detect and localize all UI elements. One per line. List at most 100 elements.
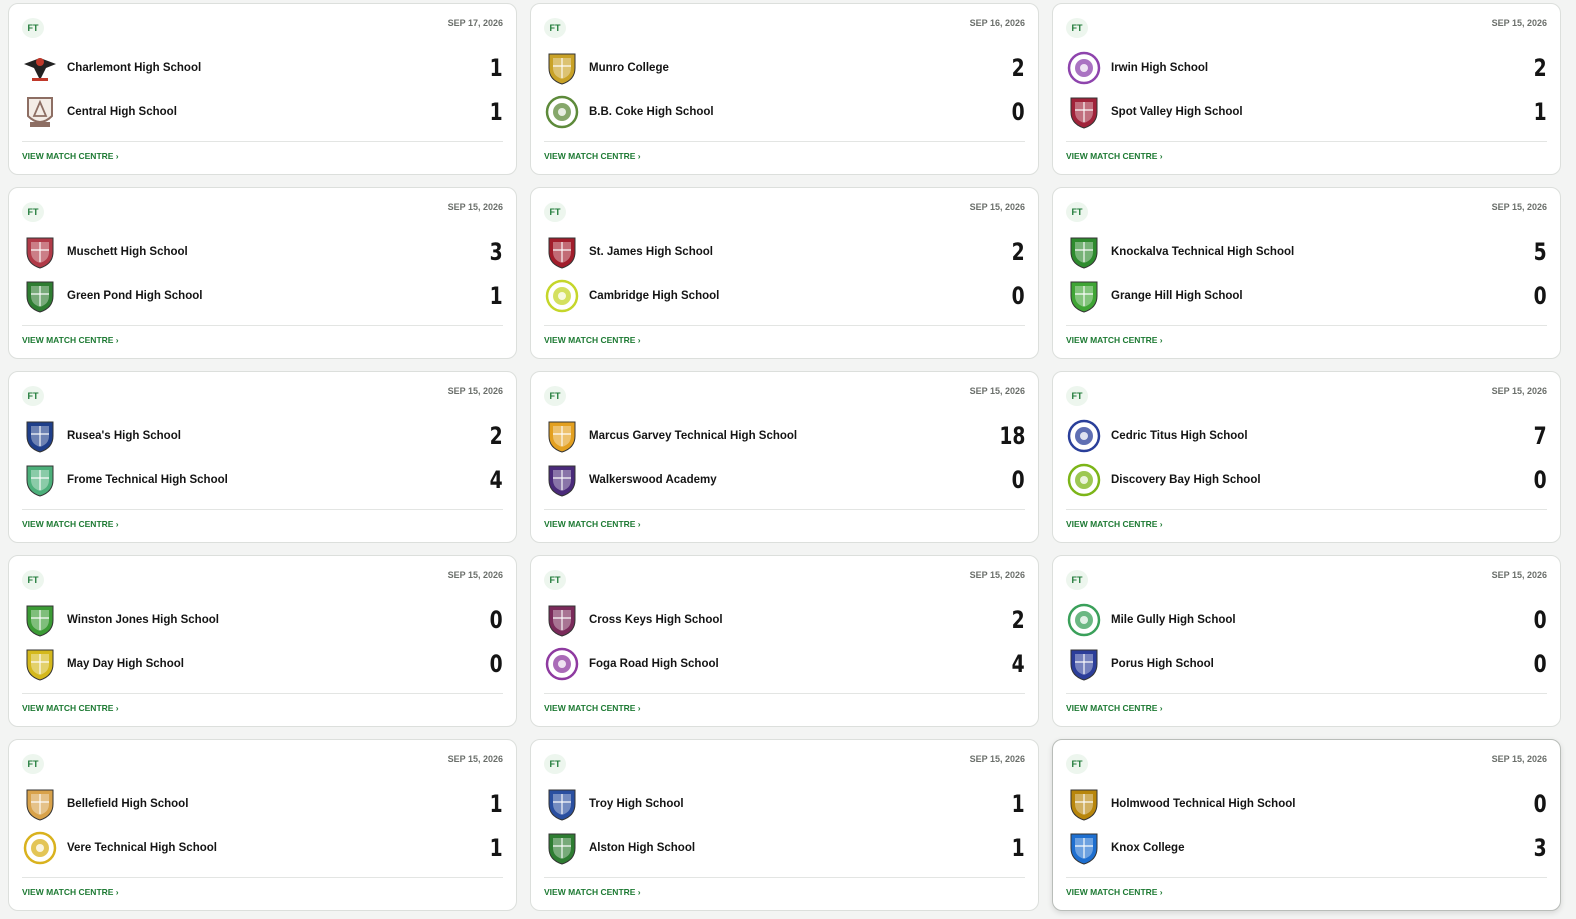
home-team-crest-icon	[1067, 419, 1101, 453]
match-card[interactable]: FT SEP 15, 2026 Irwin High School 2 Spot…	[1052, 3, 1561, 175]
divider	[544, 877, 1025, 878]
match-card[interactable]: FT SEP 15, 2026 Troy High School 1 Alsto…	[530, 739, 1039, 911]
view-match-centre-link[interactable]: VIEW MATCH CENTRE ›	[1066, 887, 1163, 897]
match-date: SEP 15, 2026	[1491, 386, 1547, 396]
away-team-row: Porus High School 0	[1066, 644, 1547, 684]
view-match-centre-link[interactable]: VIEW MATCH CENTRE ›	[544, 151, 641, 161]
view-match-centre-link[interactable]: VIEW MATCH CENTRE ›	[1066, 151, 1163, 161]
match-date: SEP 15, 2026	[447, 570, 503, 580]
view-match-centre-link[interactable]: VIEW MATCH CENTRE ›	[22, 335, 119, 345]
home-team-crest-icon	[1070, 789, 1098, 821]
away-team-crest-icon	[545, 647, 579, 681]
match-date: SEP 15, 2026	[969, 386, 1025, 396]
home-team-name: Mile Gully High School	[1111, 614, 1236, 626]
home-team-row: Troy High School 1	[544, 784, 1025, 824]
away-team-row: Green Pond High School 1	[22, 276, 503, 316]
away-team-score: 0	[1011, 282, 1025, 310]
view-match-centre-link[interactable]: VIEW MATCH CENTRE ›	[544, 335, 641, 345]
view-match-centre-link[interactable]: VIEW MATCH CENTRE ›	[22, 519, 119, 529]
home-team-name: Cedric Titus High School	[1111, 430, 1248, 442]
away-team-name: Foga Road High School	[589, 658, 719, 670]
status-badge: FT	[544, 18, 566, 38]
match-card[interactable]: FT SEP 16, 2026 Munro College 2 B.B. Cok…	[530, 3, 1039, 175]
match-card[interactable]: FT SEP 15, 2026 Rusea's High School 2 Fr…	[8, 371, 517, 543]
home-team-crest-icon	[548, 421, 576, 453]
home-team-name: Irwin High School	[1111, 62, 1209, 74]
away-team-row: Knox College 3	[1066, 828, 1547, 868]
away-team-crest-icon	[548, 465, 576, 497]
status-badge: FT	[544, 754, 566, 774]
home-team-crest-icon	[26, 605, 54, 637]
match-card[interactable]: FT SEP 15, 2026 Holmwood Technical High …	[1052, 739, 1561, 911]
view-match-centre-link[interactable]: VIEW MATCH CENTRE ›	[1066, 335, 1163, 345]
away-team-row: Frome Technical High School 4	[22, 460, 503, 500]
away-team-row: Walkerswood Academy 0	[544, 460, 1025, 500]
away-team-row: Foga Road High School 4	[544, 644, 1025, 684]
match-card[interactable]: FT SEP 15, 2026 Marcus Garvey Technical …	[530, 371, 1039, 543]
away-team-row: Cambridge High School 0	[544, 276, 1025, 316]
away-team-name: Porus High School	[1111, 658, 1214, 670]
home-team-row: Marcus Garvey Technical High School 18	[544, 416, 1025, 456]
view-match-centre-link[interactable]: VIEW MATCH CENTRE ›	[1066, 519, 1163, 529]
away-team-name: Green Pond High School	[67, 290, 203, 302]
home-team-score: 0	[1533, 606, 1547, 634]
match-grid: FT SEP 17, 2026 Charlemont High School 1…	[8, 3, 1561, 911]
home-team-crest-icon	[548, 789, 576, 821]
match-card[interactable]: FT SEP 15, 2026 Cedric Titus High School…	[1052, 371, 1561, 543]
home-team-crest-icon	[548, 237, 576, 269]
status-badge: FT	[22, 754, 44, 774]
match-date: SEP 15, 2026	[969, 754, 1025, 764]
away-team-crest-icon	[1070, 281, 1098, 313]
match-card[interactable]: FT SEP 15, 2026 St. James High School 2 …	[530, 187, 1039, 359]
status-badge: FT	[544, 202, 566, 222]
divider	[1066, 509, 1547, 510]
home-team-name: Winston Jones High School	[67, 614, 219, 626]
divider	[544, 509, 1025, 510]
match-card[interactable]: FT SEP 15, 2026 Cross Keys High School 2…	[530, 555, 1039, 727]
home-team-score: 2	[1011, 606, 1025, 634]
away-team-name: Cambridge High School	[589, 290, 720, 302]
home-team-name: Bellefield High School	[67, 798, 189, 810]
status-badge: FT	[544, 570, 566, 590]
home-team-name: Troy High School	[589, 798, 684, 810]
divider	[544, 325, 1025, 326]
divider	[1066, 693, 1547, 694]
match-date: SEP 15, 2026	[447, 386, 503, 396]
status-badge: FT	[544, 386, 566, 406]
view-match-centre-link[interactable]: VIEW MATCH CENTRE ›	[22, 887, 119, 897]
home-team-score: 18	[998, 422, 1025, 450]
match-date: SEP 15, 2026	[969, 570, 1025, 580]
home-team-crest-icon	[1067, 603, 1101, 637]
away-team-score: 1	[489, 834, 503, 862]
match-card[interactable]: FT SEP 17, 2026 Charlemont High School 1…	[8, 3, 517, 175]
match-card[interactable]: FT SEP 15, 2026 Winston Jones High Schoo…	[8, 555, 517, 727]
away-team-name: Walkerswood Academy	[589, 474, 717, 486]
match-card[interactable]: FT SEP 15, 2026 Bellefield High School 1…	[8, 739, 517, 911]
view-match-centre-link[interactable]: VIEW MATCH CENTRE ›	[544, 519, 641, 529]
home-team-row: Rusea's High School 2	[22, 416, 503, 456]
view-match-centre-link[interactable]: VIEW MATCH CENTRE ›	[544, 887, 641, 897]
home-team-row: Mile Gully High School 0	[1066, 600, 1547, 640]
match-date: SEP 15, 2026	[1491, 18, 1547, 28]
home-team-score: 0	[1533, 790, 1547, 818]
match-date: SEP 15, 2026	[969, 202, 1025, 212]
match-date: SEP 15, 2026	[1491, 202, 1547, 212]
match-card[interactable]: FT SEP 15, 2026 Knockalva Technical High…	[1052, 187, 1561, 359]
home-team-crest-icon	[1070, 237, 1098, 269]
match-card[interactable]: FT SEP 15, 2026 Muschett High School 3 G…	[8, 187, 517, 359]
view-match-centre-link[interactable]: VIEW MATCH CENTRE ›	[22, 703, 119, 713]
match-card[interactable]: FT SEP 15, 2026 Mile Gully High School 0…	[1052, 555, 1561, 727]
view-match-centre-link[interactable]: VIEW MATCH CENTRE ›	[1066, 703, 1163, 713]
home-team-name: Knockalva Technical High School	[1111, 246, 1295, 258]
away-team-crest-icon	[26, 649, 54, 681]
home-team-row: Knockalva Technical High School 5	[1066, 232, 1547, 272]
view-match-centre-link[interactable]: VIEW MATCH CENTRE ›	[22, 151, 119, 161]
away-team-row: Vere Technical High School 1	[22, 828, 503, 868]
home-team-name: Muschett High School	[67, 246, 188, 258]
home-team-row: St. James High School 2	[544, 232, 1025, 272]
divider	[22, 141, 503, 142]
view-match-centre-link[interactable]: VIEW MATCH CENTRE ›	[544, 703, 641, 713]
status-badge: FT	[1066, 202, 1088, 222]
home-team-score: 2	[489, 422, 503, 450]
away-team-crest-icon	[26, 465, 54, 497]
